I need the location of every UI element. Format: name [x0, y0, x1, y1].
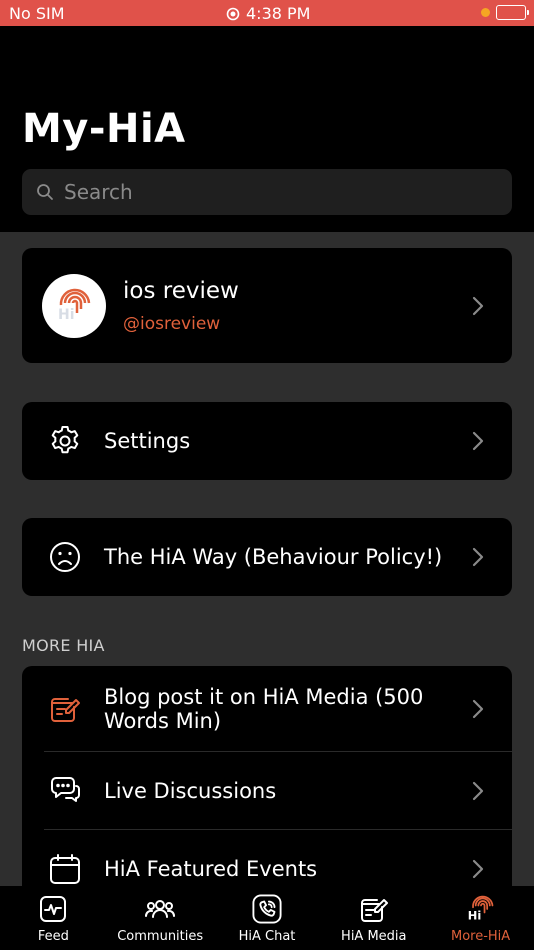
blog-post-label: Blog post it on HiA Media (500 Words Min…	[104, 685, 424, 733]
chat-bubbles-icon	[48, 774, 82, 808]
profile-name: ios review	[123, 277, 239, 304]
chevron-right-icon	[472, 859, 484, 879]
chevron-right-icon	[472, 547, 484, 567]
clock: 4:38 PM	[226, 4, 310, 23]
status-bar: No SIM 4:38 PM	[0, 0, 534, 26]
tab-label: Feed	[37, 929, 69, 944]
featured-events-label: HiA Featured Events	[104, 857, 318, 881]
sad-face-icon	[48, 540, 82, 574]
tab-hia-media[interactable]: HiA Media	[320, 886, 427, 950]
settings-label: Settings	[104, 429, 191, 453]
profile-handle: @iosreview	[123, 313, 221, 334]
time-label: 4:38 PM	[246, 4, 311, 23]
tab-more-hia[interactable]: Hi More-HiA	[427, 886, 534, 950]
tab-label: HiA Media	[341, 929, 407, 944]
chevron-right-icon	[472, 296, 484, 315]
main-content[interactable]: Hi ios review @iosreview Settings The Hi…	[0, 232, 534, 886]
hia-logo-icon: Hi	[466, 894, 496, 924]
header: My-HiA	[0, 26, 534, 232]
page-title: My-HiA	[22, 106, 186, 152]
search-bar[interactable]	[22, 169, 512, 215]
chevron-right-icon	[472, 431, 484, 451]
battery-icon	[496, 5, 529, 20]
people-icon	[145, 894, 176, 924]
live-discussions-label: Live Discussions	[104, 779, 277, 803]
gear-icon	[48, 424, 82, 458]
phone-icon	[252, 894, 282, 924]
carrier-label: No SIM	[9, 4, 65, 23]
chevron-right-icon	[472, 699, 484, 719]
screen-record-icon	[226, 7, 240, 20]
policy-card[interactable]: The HiA Way (Behaviour Policy!)	[22, 518, 512, 596]
status-icons	[481, 5, 529, 20]
activity-icon	[38, 894, 68, 924]
tab-bar: Feed Communities HiA Chat HiA Media Hi M…	[0, 886, 534, 950]
svg-text:Hi: Hi	[58, 307, 75, 323]
search-icon	[37, 184, 53, 200]
section-title-more-hia: MORE HIA	[22, 636, 105, 655]
more-hia-list: Blog post it on HiA Media (500 Words Min…	[22, 666, 512, 886]
tab-label: More-HiA	[450, 929, 511, 944]
note-edit-icon	[359, 894, 389, 924]
tab-communities[interactable]: Communities	[107, 886, 214, 950]
tab-label: Communities	[117, 929, 204, 944]
hia-logo-icon: Hi	[58, 288, 91, 323]
svg-text:Hi: Hi	[467, 909, 481, 923]
list-item-featured-events[interactable]: HiA Featured Events	[22, 830, 512, 886]
list-item-blog-post[interactable]: Blog post it on HiA Media (500 Words Min…	[22, 666, 512, 752]
tab-feed[interactable]: Feed	[0, 886, 107, 950]
avatar: Hi	[42, 273, 106, 338]
policy-label: The HiA Way (Behaviour Policy!)	[104, 545, 443, 569]
settings-card[interactable]: Settings	[22, 402, 512, 480]
tab-label: HiA Chat	[238, 929, 296, 944]
profile-card[interactable]: Hi ios review @iosreview	[22, 248, 512, 363]
edit-note-icon	[48, 692, 82, 726]
chevron-right-icon	[472, 781, 484, 801]
tab-hia-chat[interactable]: HiA Chat	[214, 886, 321, 950]
privacy-dot-icon	[481, 8, 490, 17]
calendar-icon	[48, 852, 82, 886]
list-item-live-discussions[interactable]: Live Discussions	[22, 752, 512, 830]
search-input[interactable]	[64, 180, 484, 204]
